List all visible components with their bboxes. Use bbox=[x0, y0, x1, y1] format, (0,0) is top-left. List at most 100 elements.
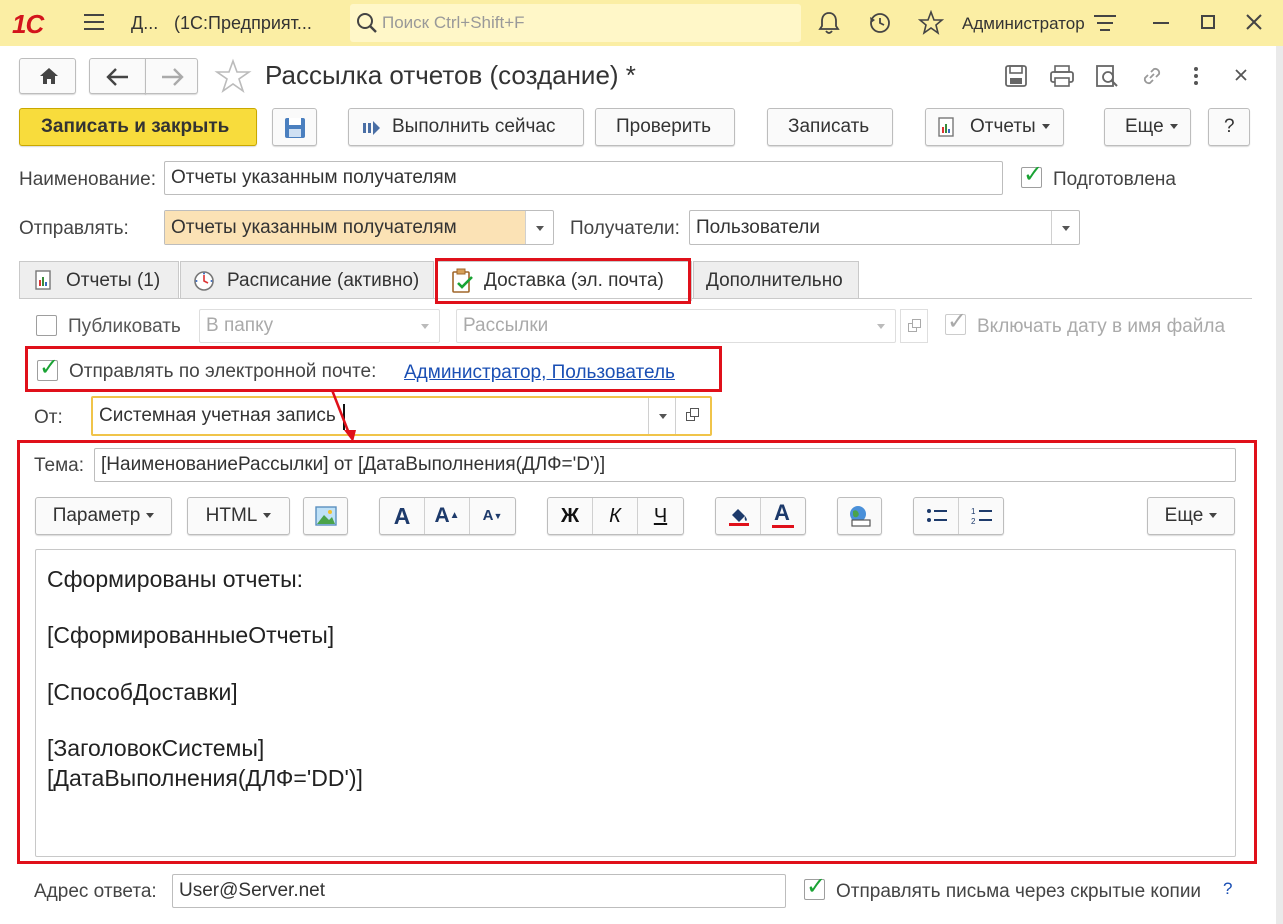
help-button[interactable]: ? bbox=[1208, 108, 1250, 146]
reply-address-input[interactable]: User@Server.net bbox=[172, 874, 786, 908]
bold-button[interactable]: Ж bbox=[548, 498, 593, 534]
subject-value: [НаименованиеРассылки] от [ДатаВыполнени… bbox=[101, 454, 606, 475]
svg-text:1: 1 bbox=[971, 507, 976, 516]
chevron-down-icon[interactable] bbox=[867, 310, 895, 342]
run-now-button[interactable]: Выполнить сейчас bbox=[348, 108, 584, 146]
check-button[interactable]: Проверить bbox=[595, 108, 735, 146]
recipients-select[interactable]: Пользователи bbox=[689, 210, 1080, 245]
folder-value: В папку bbox=[206, 315, 274, 336]
app-logo-text: 1С bbox=[12, 9, 44, 39]
include-date-label: Включать дату в имя файла bbox=[977, 316, 1226, 337]
mailings-select[interactable]: Рассылки bbox=[456, 309, 896, 343]
chevron-down-icon bbox=[1169, 124, 1178, 130]
background-color-button[interactable] bbox=[716, 498, 761, 534]
chevron-down-icon[interactable] bbox=[411, 310, 439, 342]
italic-button[interactable]: К bbox=[593, 498, 638, 534]
save-icon-button[interactable] bbox=[272, 108, 317, 146]
form-title: Рассылка отчетов (создание) * bbox=[265, 60, 636, 90]
minimize-icon[interactable] bbox=[1153, 22, 1169, 24]
checkmark-icon: ✓ bbox=[947, 308, 968, 335]
bcc-checkbox[interactable]: ✓ bbox=[804, 875, 826, 900]
publish-checkbox[interactable] bbox=[36, 315, 57, 336]
tab-reports[interactable]: Отчеты (1) bbox=[19, 261, 179, 299]
forward-button[interactable] bbox=[145, 58, 198, 94]
tab-schedule-label: Расписание (активно) bbox=[227, 270, 420, 291]
font-increase-button[interactable]: A▲ bbox=[425, 498, 470, 534]
chevron-down-icon bbox=[1041, 124, 1050, 130]
name-value: Отчеты указанным получателям bbox=[171, 167, 457, 188]
search-icon bbox=[357, 13, 377, 33]
clock-icon bbox=[194, 271, 214, 291]
tab-additional[interactable]: Дополнительно bbox=[693, 261, 859, 299]
save-disk-icon[interactable] bbox=[1004, 64, 1028, 88]
star-icon[interactable] bbox=[918, 10, 944, 36]
reply-address-label: Адрес ответа: bbox=[34, 881, 157, 902]
chevron-down-icon[interactable] bbox=[525, 211, 553, 244]
reports-label: Отчеты bbox=[970, 116, 1050, 138]
bcc-help-icon[interactable]: ? bbox=[1223, 879, 1232, 899]
close-form-icon[interactable] bbox=[1235, 69, 1247, 81]
settings-menu-icon[interactable] bbox=[1094, 13, 1116, 33]
run-icon bbox=[363, 121, 380, 135]
preview-icon[interactable] bbox=[1095, 64, 1119, 88]
window-short-title[interactable]: Д... bbox=[131, 13, 158, 34]
search-box[interactable]: Поиск Ctrl+Shift+F bbox=[350, 4, 801, 42]
bulleted-list-button[interactable] bbox=[914, 498, 959, 534]
prepared-label: Подготовлена bbox=[1053, 169, 1176, 190]
color-group: A bbox=[715, 497, 806, 535]
insert-link-button[interactable] bbox=[837, 497, 882, 535]
reports-menu-button[interactable]: Отчеты bbox=[925, 108, 1064, 146]
maximize-icon[interactable] bbox=[1201, 15, 1215, 29]
save-button[interactable]: Записать bbox=[767, 108, 893, 146]
more-button[interactable]: Еще bbox=[1104, 108, 1191, 146]
more-actions-icon[interactable] bbox=[1193, 65, 1199, 87]
subject-input[interactable]: [НаименованиеРассылки] от [ДатаВыполнени… bbox=[94, 448, 1236, 482]
editor-more-label: Еще bbox=[1148, 498, 1234, 534]
favorite-star-icon[interactable] bbox=[214, 58, 252, 96]
save-and-close-button[interactable]: Записать и закрыть bbox=[19, 108, 257, 146]
close-window-icon[interactable] bbox=[1246, 14, 1262, 30]
chevron-down-icon[interactable] bbox=[648, 398, 676, 434]
print-icon[interactable] bbox=[1049, 64, 1075, 88]
underline-button[interactable]: Ч bbox=[638, 498, 683, 534]
link-icon[interactable] bbox=[1140, 64, 1164, 88]
body-line-4: [ЗаголовокСистемы] bbox=[47, 735, 265, 761]
send-select[interactable]: Отчеты указанным получателям bbox=[164, 210, 554, 245]
include-date-checkbox[interactable]: ✓ bbox=[945, 308, 968, 335]
open-account-icon[interactable] bbox=[676, 398, 710, 434]
open-folder-icon[interactable] bbox=[900, 309, 928, 343]
html-label: HTML bbox=[188, 498, 289, 534]
bell-icon[interactable] bbox=[818, 11, 840, 35]
save-label: Записать bbox=[788, 116, 870, 137]
font-decrease-button[interactable]: A▼ bbox=[470, 498, 515, 534]
prepared-checkbox[interactable]: ✓ bbox=[1021, 161, 1044, 188]
name-input[interactable]: Отчеты указанным получателям bbox=[164, 161, 1003, 195]
home-button[interactable] bbox=[19, 58, 76, 94]
svg-text:2: 2 bbox=[971, 517, 976, 526]
current-user[interactable]: Администратор bbox=[962, 14, 1085, 34]
parameter-label: Параметр bbox=[36, 498, 171, 534]
back-button[interactable] bbox=[89, 58, 146, 94]
from-select[interactable]: Системная учетная запись bbox=[91, 396, 712, 436]
tab-schedule[interactable]: Расписание (активно) bbox=[180, 261, 434, 299]
highlight-email-row bbox=[25, 346, 722, 392]
checkmark-icon: ✓ bbox=[1023, 161, 1044, 188]
numbered-list-button[interactable]: 1 2 bbox=[959, 498, 1004, 534]
font-button[interactable]: A bbox=[380, 498, 425, 534]
hamburger-menu-icon[interactable] bbox=[84, 12, 106, 32]
history-icon[interactable] bbox=[868, 11, 892, 35]
from-label: От: bbox=[34, 407, 63, 428]
list-group: 1 2 bbox=[913, 497, 1004, 535]
folder-select[interactable]: В папку bbox=[199, 309, 440, 343]
chevron-down-icon[interactable] bbox=[1051, 211, 1079, 244]
html-button[interactable]: HTML bbox=[187, 497, 290, 535]
app-logo-icon[interactable]: 1С bbox=[12, 9, 64, 39]
parameter-button[interactable]: Параметр bbox=[35, 497, 172, 535]
chevron-down-icon bbox=[1209, 513, 1218, 519]
body-line-5: [ДатаВыполнения(ДЛФ='DD')] bbox=[47, 765, 363, 791]
save-and-close-label: Записать и закрыть bbox=[41, 116, 230, 137]
insert-image-button[interactable] bbox=[303, 497, 348, 535]
body-line-2: [СформированныеОтчеты] bbox=[47, 622, 335, 648]
editor-more-button[interactable]: Еще bbox=[1147, 497, 1235, 535]
text-color-button[interactable]: A bbox=[761, 498, 806, 534]
